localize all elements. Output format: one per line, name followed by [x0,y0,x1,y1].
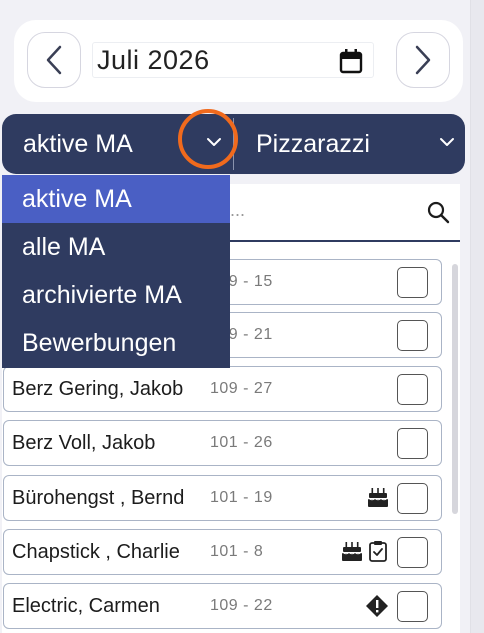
employee-row[interactable]: Bürohengst , Bernd 101 - 19 [3,475,442,521]
dropdown-option[interactable]: Bewerbungen [2,319,230,367]
status-icons [341,540,389,567]
employee-name: Bürohengst , Bernd [12,486,185,509]
calendar-icon[interactable] [339,48,363,74]
birthday-cake-icon [367,486,389,513]
next-month-button[interactable] [396,32,450,88]
employee-row[interactable]: Chapstick , Charlie 101 - 8 [3,529,442,575]
row-checkbox[interactable] [397,428,428,459]
status-icons [365,594,389,623]
employee-code: 101 - 19 [210,489,273,506]
employee-row[interactable]: Berz Voll, Jakob 101 - 26 [3,420,442,466]
row-checkbox[interactable] [397,374,428,405]
employee-status-value: aktive MA [23,129,133,158]
employee-code: 109 - 22 [210,597,273,614]
row-checkbox[interactable] [397,267,428,298]
employee-code: 101 - 8 [210,543,264,560]
row-checkbox[interactable] [397,483,428,514]
chevron-right-icon [415,45,431,75]
employee-name: Electric, Carmen [12,594,160,617]
employee-name: Berz Voll, Jakob [12,431,156,454]
chevron-down-icon [440,138,454,146]
clipboard-check-icon [367,540,389,567]
previous-month-button[interactable] [27,32,81,88]
location-select[interactable]: Pizzarazzi [234,114,465,174]
month-input[interactable]: Juli 2026 [92,42,374,78]
location-value: Pizzarazzi [256,129,370,158]
status-icons [367,486,389,513]
row-checkbox[interactable] [397,320,428,351]
dropdown-option[interactable]: alle MA [2,223,230,271]
employee-status-dropdown: aktive MA alle MA archivierte MA Bewerbu… [2,175,230,368]
month-value: Juli 2026 [97,44,210,75]
row-checkbox[interactable] [397,537,428,568]
highlight-ring [178,109,238,169]
right-edge-panel [470,0,484,633]
row-checkbox[interactable] [397,591,428,622]
warning-diamond-icon [365,594,389,623]
birthday-cake-icon [341,540,363,567]
month-selector: Juli 2026 [14,20,463,102]
dropdown-option[interactable]: aktive MA [2,175,230,223]
employee-name: Chapstick , Charlie [12,540,180,563]
search-icon[interactable] [426,200,450,224]
dropdown-option[interactable]: archivierte MA [2,271,230,319]
employee-name: Berz Gering, Jakob [12,377,184,400]
employee-code: 109 - 27 [210,380,273,397]
employee-row[interactable]: Electric, Carmen 109 - 22 [3,583,442,629]
employee-row[interactable]: Berz Gering, Jakob 109 - 27 [3,366,442,412]
employee-code: 101 - 26 [210,434,273,451]
search-placeholder: ... [230,200,246,220]
chevron-left-icon [46,45,62,75]
list-scrollbar[interactable] [452,264,458,514]
